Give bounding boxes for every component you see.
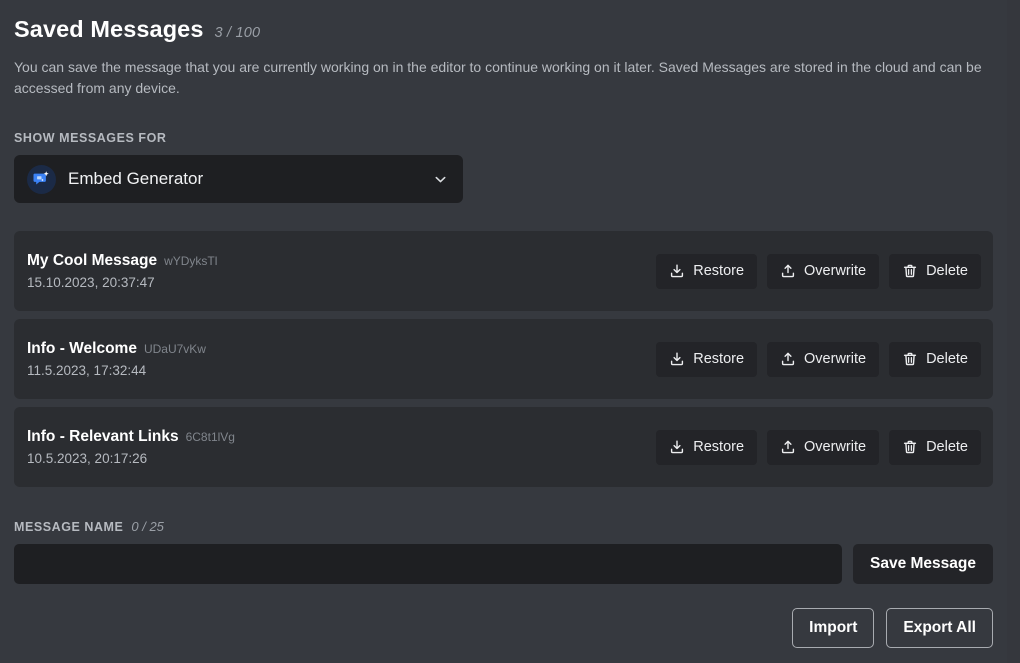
overwrite-button[interactable]: Overwrite	[767, 430, 879, 465]
show-messages-for-select[interactable]: Embed Generator	[14, 155, 463, 203]
message-id: UDaU7vKw	[144, 342, 206, 356]
overwrite-button[interactable]: Overwrite	[767, 342, 879, 377]
table-row: Info - Relevant Links 6C8t1lVg 10.5.2023…	[14, 407, 993, 487]
restore-button-label: Restore	[693, 439, 744, 455]
download-icon	[669, 439, 685, 455]
delete-button[interactable]: Delete	[889, 342, 981, 377]
upload-icon	[780, 263, 796, 279]
table-row: Info - Welcome UDaU7vKw 11.5.2023, 17:32…	[14, 319, 993, 399]
content-container: Saved Messages 3 / 100 You can save the …	[0, 0, 1007, 663]
overwrite-button-label: Overwrite	[804, 263, 866, 279]
message-title-line: My Cool Message wYDyksTl	[27, 252, 217, 270]
chevron-down-icon[interactable]	[432, 171, 449, 188]
footer-actions: Import Export All	[14, 608, 993, 648]
show-messages-for-label: SHOW MESSAGES FOR	[14, 131, 993, 145]
restore-button[interactable]: Restore	[656, 342, 757, 377]
embed-generator-logo-icon	[27, 165, 56, 194]
restore-button-label: Restore	[693, 263, 744, 279]
message-name-label: MESSAGE NAME	[14, 520, 123, 534]
message-date: 15.10.2023, 20:37:47	[27, 275, 217, 290]
upload-icon	[780, 439, 796, 455]
delete-button-label: Delete	[926, 439, 968, 455]
delete-button[interactable]: Delete	[889, 430, 981, 465]
message-name-counter: 0 / 25	[131, 519, 164, 534]
message-id: wYDyksTl	[164, 254, 217, 268]
message-name: Info - Relevant Links	[27, 428, 179, 446]
delete-button-label: Delete	[926, 263, 968, 279]
delete-button[interactable]: Delete	[889, 254, 981, 289]
message-date: 10.5.2023, 20:17:26	[27, 451, 235, 466]
save-message-row: Save Message	[14, 544, 993, 584]
delete-button-label: Delete	[926, 351, 968, 367]
message-title-line: Info - Relevant Links 6C8t1lVg	[27, 428, 235, 446]
import-button[interactable]: Import	[792, 608, 874, 648]
message-actions: Restore Overwrite	[656, 342, 981, 377]
export-all-button[interactable]: Export All	[886, 608, 993, 648]
saved-messages-page: Saved Messages 3 / 100 You can save the …	[0, 0, 1020, 663]
save-message-button[interactable]: Save Message	[853, 544, 993, 584]
trash-icon	[902, 439, 918, 455]
message-name: Info - Welcome	[27, 340, 137, 358]
trash-icon	[902, 351, 918, 367]
page-title: Saved Messages	[14, 16, 204, 43]
message-date: 11.5.2023, 17:32:44	[27, 363, 206, 378]
message-info: Info - Relevant Links 6C8t1lVg 10.5.2023…	[27, 428, 235, 466]
restore-button[interactable]: Restore	[656, 430, 757, 465]
download-icon	[669, 351, 685, 367]
message-name-label-row: MESSAGE NAME 0 / 25	[14, 519, 993, 534]
overwrite-button[interactable]: Overwrite	[767, 254, 879, 289]
message-info: Info - Welcome UDaU7vKw 11.5.2023, 17:32…	[27, 340, 206, 378]
message-name: My Cool Message	[27, 252, 157, 270]
saved-messages-list: My Cool Message wYDyksTl 15.10.2023, 20:…	[14, 231, 993, 487]
restore-button[interactable]: Restore	[656, 254, 757, 289]
overwrite-button-label: Overwrite	[804, 439, 866, 455]
right-gutter	[1007, 0, 1020, 663]
overwrite-button-label: Overwrite	[804, 351, 866, 367]
message-title-line: Info - Welcome UDaU7vKw	[27, 340, 206, 358]
message-info: My Cool Message wYDyksTl 15.10.2023, 20:…	[27, 252, 217, 290]
upload-icon	[780, 351, 796, 367]
saved-messages-counter: 3 / 100	[215, 25, 261, 41]
table-row: My Cool Message wYDyksTl 15.10.2023, 20:…	[14, 231, 993, 311]
trash-icon	[902, 263, 918, 279]
selected-app-name: Embed Generator	[68, 169, 432, 189]
page-description: You can save the message that you are cu…	[14, 57, 986, 99]
message-name-input[interactable]	[14, 544, 842, 584]
download-icon	[669, 263, 685, 279]
message-id: 6C8t1lVg	[186, 430, 235, 444]
message-actions: Restore Overwrite	[656, 430, 981, 465]
page-header: Saved Messages 3 / 100	[14, 0, 993, 43]
message-actions: Restore Overwrite	[656, 254, 981, 289]
restore-button-label: Restore	[693, 351, 744, 367]
